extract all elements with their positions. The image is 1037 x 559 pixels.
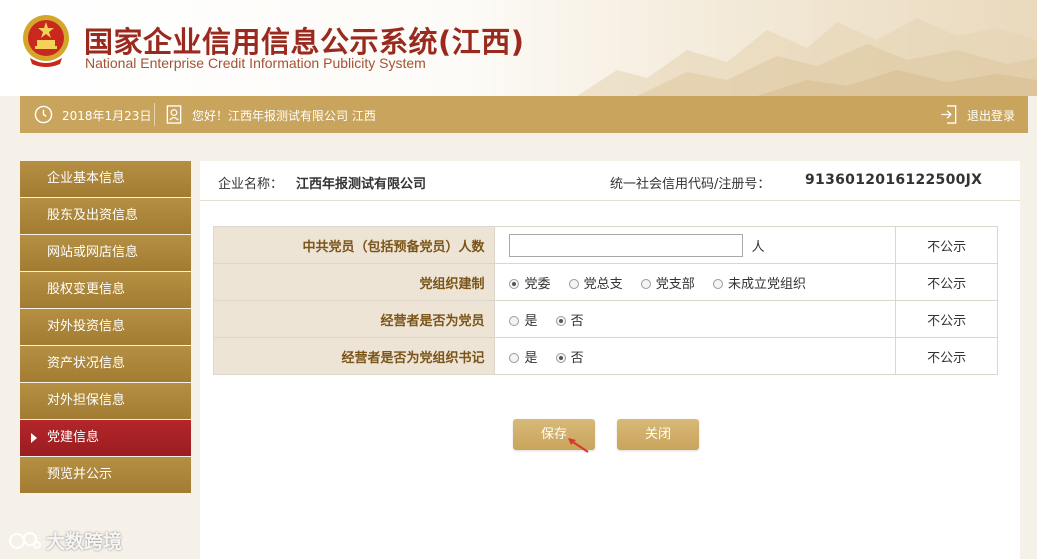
sidebar-item-party-building[interactable]: 党建信息 [20, 420, 191, 456]
option-label: 党支部 [655, 276, 695, 292]
site-header: 国家企业信用信息公示系统(江西) National Enterprise Cre… [0, 0, 1037, 96]
question-label: 经营者是否为党员 [212, 300, 496, 338]
credit-code-label: 统一社会信用代码/注册号： [610, 177, 771, 192]
radio-icon[interactable] [640, 278, 651, 289]
watermark-logo-icon [9, 532, 41, 549]
option-label: 是 [524, 350, 538, 366]
company-name: 江西年报测试有限公司 [296, 177, 427, 192]
top-bar: 2018年1月23日 您好！江西年报测试有限公司 江西 退出登录 [20, 96, 1028, 133]
company-info-bar: 企业名称： 江西年报测试有限公司 统一社会信用代码/注册号： 913601201… [200, 161, 1020, 201]
sidebar-item-label: 资产状况信息 [47, 356, 126, 371]
radio-operator-member-yes[interactable]: 是 [509, 310, 538, 329]
welcome-text: 您好！江西年报测试有限公司 江西 [192, 109, 376, 123]
mountain-decoration [577, 18, 1037, 96]
table-row: 中共党员（包括预备党员）人数 人 不公示 [212, 226, 998, 264]
radio-checked-icon[interactable] [509, 278, 520, 289]
question-label: 党组织建制 [212, 263, 496, 301]
option-label: 党委 [524, 276, 551, 292]
watermark-text: 大数跨境 [46, 531, 123, 553]
publicity-status: 不公示 [895, 263, 998, 301]
sidebar-item-assets[interactable]: 资产状况信息 [20, 346, 191, 382]
publicity-status: 不公示 [895, 226, 998, 264]
answer-cell: 党委 党总支 党支部 未成立党组织 [494, 263, 897, 301]
radio-none[interactable]: 未成立党组织 [712, 273, 806, 292]
table-row: 经营者是否为党员 是 否 不公示 [212, 300, 998, 338]
unit-label: 人 [751, 239, 765, 255]
publicity-status: 不公示 [895, 337, 998, 375]
table-row: 经营者是否为党组织书记 是 否 不公示 [212, 337, 998, 375]
radio-operator-secretary-no[interactable]: 否 [555, 347, 584, 366]
sidebar-item-equity-change[interactable]: 股权变更信息 [20, 272, 191, 308]
radio-branch[interactable]: 党支部 [640, 273, 695, 292]
question-label: 中共党员（包括预备党员）人数 [212, 226, 496, 264]
radio-operator-member-no[interactable]: 否 [555, 310, 584, 329]
sidebar-nav: 企业基本信息 股东及出资信息 网站或网店信息 股权变更信息 对外投资信息 资产状… [20, 161, 191, 494]
sidebar-item-label: 对外投资信息 [47, 319, 126, 334]
site-subtitle: National Enterprise Credit Information P… [85, 55, 426, 71]
logout-icon[interactable] [940, 105, 958, 124]
clock-icon [34, 105, 53, 124]
sidebar-item-websites[interactable]: 网站或网店信息 [20, 235, 191, 271]
current-date: 2018年1月23日 [62, 109, 152, 123]
national-emblem-icon [23, 15, 69, 67]
radio-icon[interactable] [712, 278, 723, 289]
sidebar-item-label: 对外担保信息 [47, 393, 126, 408]
option-label: 否 [570, 350, 584, 366]
option-label: 否 [570, 313, 584, 329]
watermark: 大数跨境 [8, 527, 122, 553]
sidebar-item-preview-publish[interactable]: 预览并公示 [20, 457, 191, 493]
red-arrow-pointer-icon [568, 438, 589, 453]
question-label: 经营者是否为党组织书记 [212, 337, 496, 375]
main-panel: 企业名称： 江西年报测试有限公司 统一社会信用代码/注册号： 913601201… [200, 161, 1020, 559]
radio-operator-secretary-yes[interactable]: 是 [509, 347, 538, 366]
radio-icon[interactable] [509, 315, 520, 326]
sidebar-item-label: 党建信息 [47, 430, 100, 445]
option-label: 未成立党组织 [727, 276, 806, 292]
party-info-form: 中共党员（包括预备党员）人数 人 不公示 党组织建制 党委 党总支 党支部 未成… [212, 226, 998, 375]
sidebar-item-label: 预览并公示 [47, 467, 113, 482]
radio-icon[interactable] [568, 278, 579, 289]
radio-checked-icon[interactable] [555, 315, 566, 326]
logout-link[interactable]: 退出登录 [967, 107, 1015, 124]
radio-checked-icon[interactable] [555, 352, 566, 363]
company-name-label: 企业名称： [218, 177, 284, 192]
sidebar-item-investments[interactable]: 对外投资信息 [20, 309, 191, 345]
option-label: 是 [524, 313, 538, 329]
user-card-icon [166, 105, 182, 124]
party-member-count-input[interactable] [509, 233, 744, 257]
radio-party-committee[interactable]: 党委 [509, 273, 551, 292]
sidebar-item-shareholders[interactable]: 股东及出资信息 [20, 198, 191, 234]
sidebar-item-label: 企业基本信息 [47, 171, 126, 186]
active-arrow-icon [31, 433, 37, 443]
credit-code: 9136012016122500JX [805, 172, 983, 188]
answer-cell: 是 否 [494, 337, 897, 375]
sidebar-item-label: 股东及出资信息 [47, 208, 139, 223]
answer-cell: 是 否 [494, 300, 897, 338]
sidebar-item-label: 股权变更信息 [47, 282, 126, 297]
option-label: 党总支 [583, 276, 623, 292]
sidebar-item-label: 网站或网店信息 [47, 245, 139, 260]
sidebar-item-basic-info[interactable]: 企业基本信息 [20, 161, 191, 197]
table-row: 党组织建制 党委 党总支 党支部 未成立党组织 不公示 [212, 263, 998, 301]
sidebar-item-guarantees[interactable]: 对外担保信息 [20, 383, 191, 419]
radio-icon[interactable] [509, 352, 520, 363]
radio-general-branch[interactable]: 党总支 [568, 273, 623, 292]
divider [154, 103, 155, 126]
close-button[interactable]: 关闭 [617, 419, 699, 450]
publicity-status: 不公示 [895, 300, 998, 338]
answer-cell: 人 [494, 226, 897, 264]
